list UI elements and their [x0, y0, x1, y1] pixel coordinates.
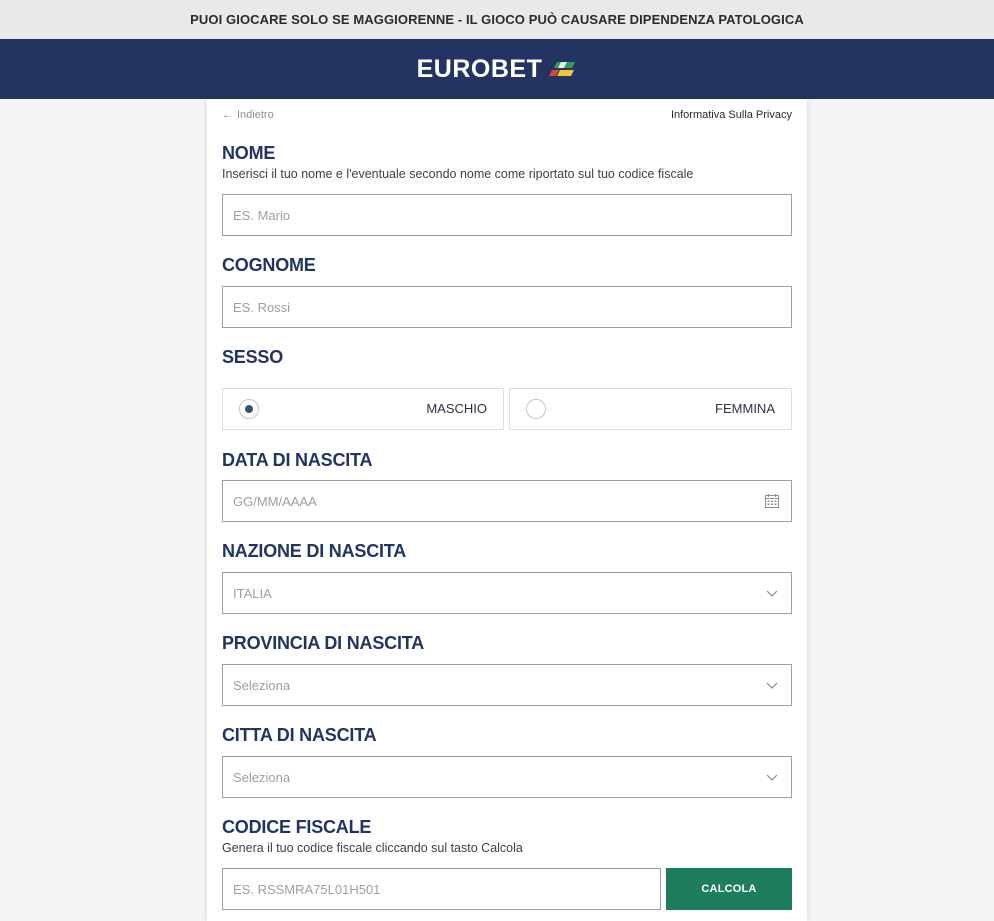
- arrow-left-icon: ←: [222, 109, 233, 121]
- provincia-nascita-select[interactable]: Seleziona: [222, 664, 792, 706]
- chevron-down-icon: [766, 590, 778, 597]
- sesso-label: SESSO: [222, 347, 284, 367]
- back-link[interactable]: ← Indietro: [222, 109, 274, 121]
- nome-hint: Inserisci il tuo nome e l'eventuale seco…: [222, 167, 694, 181]
- calcola-button[interactable]: CALCOLA: [666, 868, 792, 910]
- sesso-option-femmina[interactable]: FEMMINA: [509, 388, 792, 430]
- data-nascita-input[interactable]: [233, 481, 781, 521]
- chevron-down-icon: [766, 774, 778, 781]
- nazione-nascita-select[interactable]: ITALIA: [222, 572, 792, 614]
- data-nascita-field-wrapper: [222, 480, 792, 522]
- nome-label: NOME: [222, 143, 276, 163]
- sesso-option-maschio[interactable]: MASCHIO: [222, 388, 504, 430]
- age-warning-text: PUOI GIOCARE SOLO SE MAGGIORENNE - IL GI…: [190, 12, 804, 27]
- radio-checked-icon[interactable]: [239, 399, 259, 419]
- cognome-label: COGNOME: [222, 255, 316, 275]
- registration-form-card: ← Indietro Informativa Sulla Privacy NOM…: [207, 99, 807, 921]
- provincia-nascita-selected: Seleziona: [233, 677, 291, 693]
- cognome-input[interactable]: [233, 287, 781, 327]
- data-nascita-label: DATA DI NASCITA: [222, 450, 373, 470]
- calendar-icon[interactable]: [765, 494, 779, 508]
- citta-nascita-label: CITTA DI NASCITA: [222, 725, 377, 745]
- nome-field-wrapper: [222, 194, 792, 236]
- site-header: EUROBET: [0, 39, 994, 99]
- privacy-policy-link[interactable]: Informativa Sulla Privacy: [671, 109, 792, 121]
- codice-fiscale-field-wrapper: [222, 868, 661, 910]
- nome-input[interactable]: [233, 195, 781, 235]
- codice-fiscale-input[interactable]: [233, 869, 650, 909]
- cognome-field-wrapper: [222, 286, 792, 328]
- maschio-label: MASCHIO: [426, 401, 487, 416]
- back-link-label: Indietro: [237, 109, 274, 121]
- form-top-nav: ← Indietro Informativa Sulla Privacy: [222, 109, 792, 123]
- nazione-nascita-label: NAZIONE DI NASCITA: [222, 541, 407, 561]
- citta-nascita-select[interactable]: Seleziona: [222, 756, 792, 798]
- radio-unchecked-icon[interactable]: [526, 399, 546, 419]
- citta-nascita-selected: Seleziona: [233, 769, 291, 785]
- eurobet-logo[interactable]: EUROBET: [417, 55, 578, 84]
- eurobet-flag-icon: [549, 62, 576, 76]
- codice-fiscale-label: CODICE FISCALE: [222, 817, 372, 837]
- codice-fiscale-hint: Genera il tuo codice fiscale cliccando s…: [222, 841, 523, 855]
- age-warning-banner: PUOI GIOCARE SOLO SE MAGGIORENNE - IL GI…: [0, 0, 994, 39]
- chevron-down-icon: [766, 682, 778, 689]
- provincia-nascita-label: PROVINCIA DI NASCITA: [222, 633, 425, 653]
- nazione-nascita-selected: ITALIA: [233, 585, 272, 601]
- brand-name: EUROBET: [416, 54, 543, 83]
- femmina-label: FEMMINA: [715, 401, 775, 416]
